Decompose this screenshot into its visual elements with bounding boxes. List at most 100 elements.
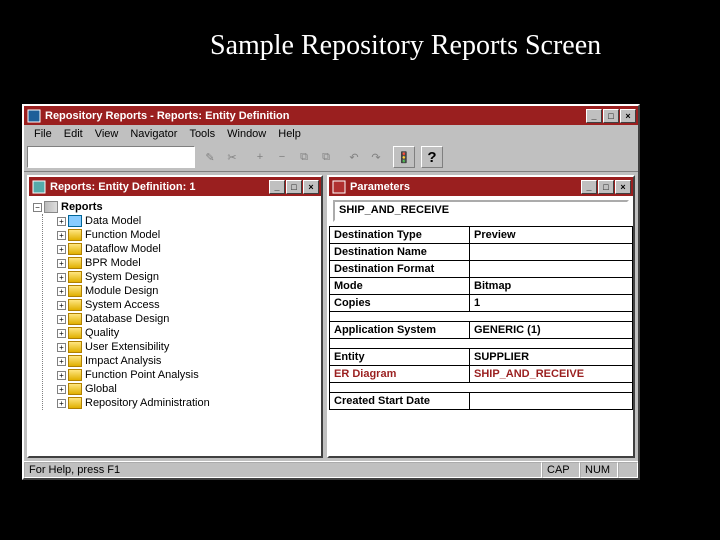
menu-help[interactable]: Help xyxy=(272,127,307,141)
param-label: Destination Name xyxy=(330,244,470,261)
toolbar-btn-8[interactable]: ↷ xyxy=(365,146,387,168)
param-spacer xyxy=(330,312,633,322)
param-row[interactable]: ER DiagramSHIP_AND_RECEIVE xyxy=(330,366,633,383)
param-label: Application System xyxy=(330,322,470,339)
param-value[interactable] xyxy=(470,261,633,278)
tree-item[interactable]: + BPR Model xyxy=(57,256,317,270)
tree-close-button[interactable]: × xyxy=(303,180,319,194)
menu-window[interactable]: Window xyxy=(221,127,272,141)
expand-icon[interactable]: + xyxy=(57,301,66,310)
tree-item[interactable]: + Function Point Analysis xyxy=(57,368,317,382)
menu-view[interactable]: View xyxy=(89,127,125,141)
param-value[interactable]: Bitmap xyxy=(470,278,633,295)
expand-icon[interactable]: + xyxy=(57,385,66,394)
tree-item[interactable]: +System Design xyxy=(57,270,317,284)
tree-item-label: Quality xyxy=(85,327,119,339)
tree-minimize-button[interactable]: _ xyxy=(269,180,285,194)
tree-item[interactable]: + Quality xyxy=(57,326,317,340)
param-table: Destination TypePreviewDestination NameD… xyxy=(329,226,633,410)
param-label: Destination Type xyxy=(330,227,470,244)
expand-icon[interactable]: + xyxy=(57,315,66,324)
toolbar-btn-5[interactable]: ⧉ xyxy=(293,146,315,168)
tree-item[interactable]: +Repository Administration xyxy=(57,396,317,410)
toolbar-run-button[interactable]: 🚦 xyxy=(393,146,415,168)
tree-item-label: BPR Model xyxy=(85,257,141,269)
expand-icon[interactable]: + xyxy=(57,399,66,408)
toolbar-btn-2[interactable]: ✂ xyxy=(221,146,243,168)
menu-file[interactable]: File xyxy=(28,127,58,141)
folder-icon xyxy=(68,341,82,353)
tree-item[interactable]: + Module Design xyxy=(57,284,317,298)
menu-tools[interactable]: Tools xyxy=(183,127,221,141)
tree-item-label: Database Design xyxy=(85,313,169,325)
minimize-button[interactable]: _ xyxy=(586,109,602,123)
expand-icon[interactable]: + xyxy=(57,259,66,268)
param-row[interactable]: EntitySUPPLIER xyxy=(330,349,633,366)
toolbar-help-button[interactable]: ? xyxy=(421,146,443,168)
param-value[interactable]: SUPPLIER xyxy=(470,349,633,366)
tree-item[interactable]: +Dataflow Model xyxy=(57,242,317,256)
tree-item[interactable]: +User Extensibility xyxy=(57,340,317,354)
tree-children: +Data Model+Function Model+Dataflow Mode… xyxy=(42,214,317,410)
tree-item[interactable]: +Global xyxy=(57,382,317,396)
tree-item[interactable]: +Impact Analysis xyxy=(57,354,317,368)
folder-icon xyxy=(68,369,82,381)
tree-item-label: Module Design xyxy=(85,285,158,297)
param-row[interactable]: Application SystemGENERIC (1) xyxy=(330,322,633,339)
expand-icon[interactable]: + xyxy=(57,217,66,226)
tree-item[interactable]: + Database Design xyxy=(57,312,317,326)
param-row[interactable]: Copies1 xyxy=(330,295,633,312)
expand-icon[interactable]: + xyxy=(57,231,66,240)
expand-icon[interactable]: + xyxy=(57,329,66,338)
toolbar-combo[interactable] xyxy=(27,146,195,168)
tree-window-title: Reports: Entity Definition: 1 xyxy=(50,181,268,193)
menu-navigator[interactable]: Navigator xyxy=(124,127,183,141)
param-minimize-button[interactable]: _ xyxy=(581,180,597,194)
param-value[interactable] xyxy=(470,244,633,261)
tree-item-label: Function Point Analysis xyxy=(85,369,199,381)
param-header-field[interactable]: SHIP_AND_RECEIVE xyxy=(333,200,629,222)
param-row[interactable]: Destination TypePreview xyxy=(330,227,633,244)
toolbar-btn-6[interactable]: ⧉ xyxy=(315,146,337,168)
toolbar-btn-7[interactable]: ↶ xyxy=(343,146,365,168)
tree-item[interactable]: +Data Model xyxy=(57,214,317,228)
tree-title-bar: Reports: Entity Definition: 1 _ □ × xyxy=(29,177,321,196)
tree-root-label: Reports xyxy=(61,201,103,213)
param-value[interactable]: 1 xyxy=(470,295,633,312)
expand-icon[interactable]: + xyxy=(57,273,66,282)
param-row[interactable]: Destination Format xyxy=(330,261,633,278)
slide-title: Sample Repository Reports Screen xyxy=(210,30,601,62)
folder-icon xyxy=(68,383,82,395)
maximize-button[interactable]: □ xyxy=(603,109,619,123)
param-value[interactable]: SHIP_AND_RECEIVE xyxy=(470,366,633,383)
tree-root-row[interactable]: − Reports xyxy=(33,200,317,214)
tree-item[interactable]: +System Access xyxy=(57,298,317,312)
expand-icon[interactable]: + xyxy=(57,245,66,254)
tree-root: − Reports +Data Model+Function Model+Dat… xyxy=(29,196,321,414)
tree-maximize-button[interactable]: □ xyxy=(286,180,302,194)
collapse-icon[interactable]: − xyxy=(33,203,42,212)
status-bar: For Help, press F1 CAP NUM xyxy=(24,461,638,478)
param-value[interactable] xyxy=(470,393,633,410)
param-row[interactable]: ModeBitmap xyxy=(330,278,633,295)
param-value[interactable]: GENERIC (1) xyxy=(470,322,633,339)
param-close-button[interactable]: × xyxy=(615,180,631,194)
expand-icon[interactable]: + xyxy=(57,371,66,380)
expand-icon[interactable]: + xyxy=(57,357,66,366)
menu-edit[interactable]: Edit xyxy=(58,127,89,141)
param-maximize-button[interactable]: □ xyxy=(598,180,614,194)
toolbar-btn-3[interactable]: + xyxy=(249,146,271,168)
param-row[interactable]: Destination Name xyxy=(330,244,633,261)
tree-item[interactable]: +Function Model xyxy=(57,228,317,242)
folder-icon xyxy=(68,243,82,255)
param-label: Entity xyxy=(330,349,470,366)
expand-icon[interactable]: + xyxy=(57,343,66,352)
toolbar-btn-4[interactable]: − xyxy=(271,146,293,168)
expand-icon[interactable]: + xyxy=(57,287,66,296)
param-value[interactable]: Preview xyxy=(470,227,633,244)
toolbar-btn-1[interactable]: ✎ xyxy=(199,146,221,168)
reports-tree-window: Reports: Entity Definition: 1 _ □ × − Re… xyxy=(27,175,323,458)
close-button[interactable]: × xyxy=(620,109,636,123)
param-row[interactable]: Created Start Date xyxy=(330,393,633,410)
folder-icon xyxy=(68,355,82,367)
